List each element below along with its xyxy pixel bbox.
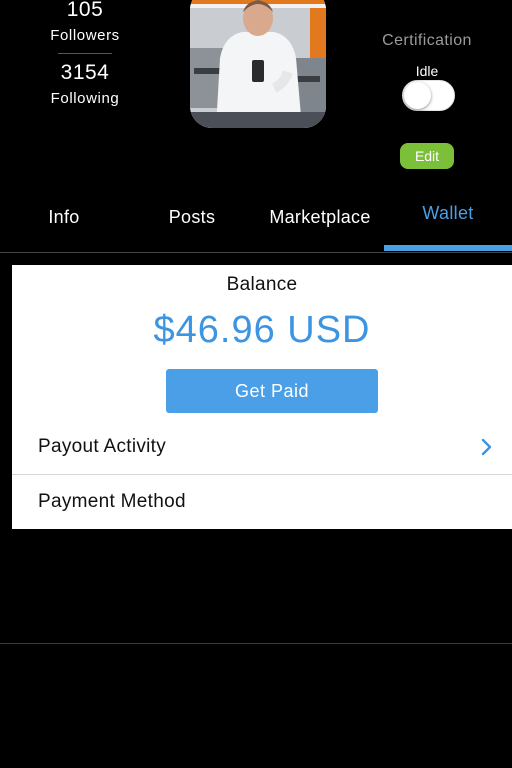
certification-status: Idle bbox=[415, 63, 439, 79]
payment-method-label: Payment Method bbox=[38, 491, 186, 512]
certification-title: Certification bbox=[382, 32, 472, 49]
avatar-photo bbox=[190, 0, 326, 128]
payment-method-row[interactable]: Payment Method bbox=[12, 475, 512, 529]
followers-count[interactable]: 105 bbox=[28, 0, 142, 22]
balance-amount: $46.96 USD bbox=[153, 309, 371, 351]
following-count[interactable]: 3154 bbox=[28, 61, 142, 85]
profile-tabs: Info Posts Marketplace Wallet bbox=[0, 192, 512, 253]
tab-posts[interactable]: Posts bbox=[128, 192, 256, 248]
followers-label[interactable]: Followers bbox=[28, 27, 142, 44]
payout-activity-label: Payout Activity bbox=[38, 436, 167, 457]
tab-info[interactable]: Info bbox=[0, 192, 128, 248]
get-paid-button[interactable]: Get Paid bbox=[166, 369, 378, 413]
wallet-card: Balance $46.96 USD Get Paid Payout Activ… bbox=[12, 265, 512, 529]
chevron-right-icon bbox=[481, 438, 492, 456]
tab-wallet[interactable]: Wallet bbox=[384, 192, 512, 251]
bottom-divider bbox=[0, 643, 512, 644]
stats-divider bbox=[58, 53, 112, 54]
profile-avatar[interactable] bbox=[190, 0, 326, 128]
toggle-knob bbox=[404, 82, 431, 109]
edit-button[interactable]: Edit bbox=[400, 143, 454, 169]
balance-label: Balance bbox=[226, 274, 298, 295]
tab-marketplace[interactable]: Marketplace bbox=[256, 192, 384, 248]
certification-toggle[interactable] bbox=[402, 80, 455, 111]
payout-activity-row[interactable]: Payout Activity bbox=[12, 420, 512, 474]
following-label[interactable]: Following bbox=[28, 90, 142, 107]
